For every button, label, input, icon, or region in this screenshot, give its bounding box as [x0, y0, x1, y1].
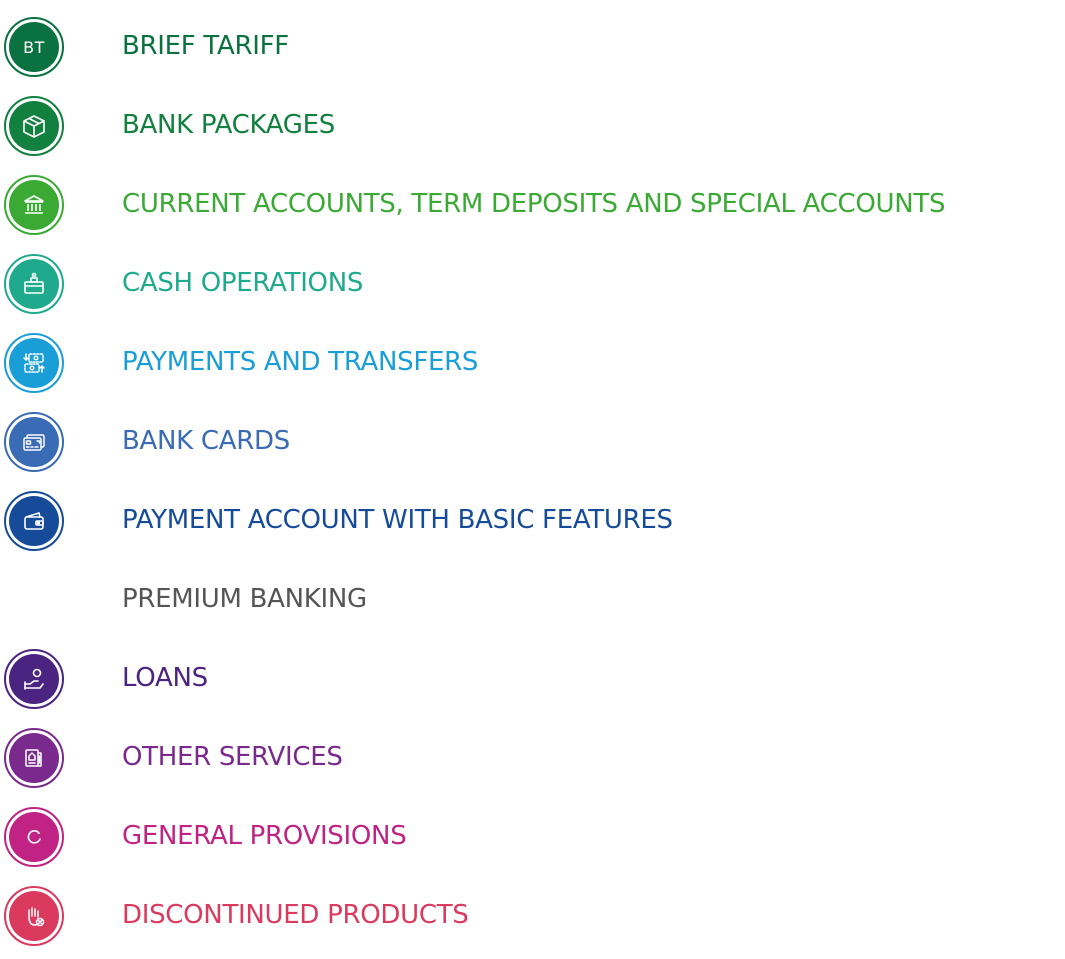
- stop-hand-icon: [4, 886, 64, 946]
- menu-item-label: DISCONTINUED PRODUCTS: [122, 900, 469, 930]
- money-transfer-icon: [4, 333, 64, 393]
- hand-coin-icon: [4, 649, 64, 709]
- bank-building-icon: [4, 175, 64, 235]
- menu-item-label: PAYMENTS AND TRANSFERS: [122, 347, 479, 377]
- tariff-section-menu: BT BRIEF TARIFF BANK PACKAGES CURRENT AC…: [0, 0, 1065, 959]
- menu-item-bank-cards[interactable]: BANK CARDS: [0, 399, 1065, 472]
- menu-item-label: BANK PACKAGES: [122, 110, 335, 140]
- credit-card-icon: [4, 412, 64, 472]
- menu-item-brief-tariff[interactable]: BT BRIEF TARIFF: [0, 4, 1065, 77]
- menu-item-label: OTHER SERVICES: [122, 742, 343, 772]
- menu-item-label: LOANS: [122, 663, 208, 693]
- documents-icon: [4, 728, 64, 788]
- menu-item-payment-account[interactable]: PAYMENT ACCOUNT WITH BASIC FEATURES: [0, 478, 1065, 551]
- menu-item-discontinued-products[interactable]: DISCONTINUED PRODUCTS: [0, 873, 1065, 946]
- menu-item-label: CASH OPERATIONS: [122, 268, 364, 298]
- menu-item-premium-banking[interactable]: PREMIUM BANKING: [0, 557, 1065, 621]
- menu-item-label: BANK CARDS: [122, 426, 290, 456]
- menu-item-bank-packages[interactable]: BANK PACKAGES: [0, 83, 1065, 156]
- refresh-icon: [4, 807, 64, 867]
- menu-item-label: PREMIUM BANKING: [122, 584, 367, 614]
- menu-item-payments-transfers[interactable]: PAYMENTS AND TRANSFERS: [0, 320, 1065, 393]
- menu-item-current-accounts[interactable]: CURRENT ACCOUNTS, TERM DEPOSITS AND SPEC…: [0, 162, 1065, 235]
- bt-initials-icon: BT: [4, 17, 64, 77]
- menu-item-label: CURRENT ACCOUNTS, TERM DEPOSITS AND SPEC…: [122, 189, 946, 219]
- menu-item-cash-operations[interactable]: CASH OPERATIONS: [0, 241, 1065, 314]
- package-box-icon: [4, 96, 64, 156]
- menu-item-loans[interactable]: LOANS: [0, 636, 1065, 709]
- menu-item-other-services[interactable]: OTHER SERVICES: [0, 715, 1065, 788]
- menu-item-label: GENERAL PROVISIONS: [122, 821, 407, 851]
- cash-register-icon: [4, 254, 64, 314]
- menu-item-general-provisions[interactable]: GENERAL PROVISIONS: [0, 794, 1065, 867]
- menu-item-label: PAYMENT ACCOUNT WITH BASIC FEATURES: [122, 505, 673, 535]
- menu-item-label: BRIEF TARIFF: [122, 31, 289, 61]
- wallet-icon: [4, 491, 64, 551]
